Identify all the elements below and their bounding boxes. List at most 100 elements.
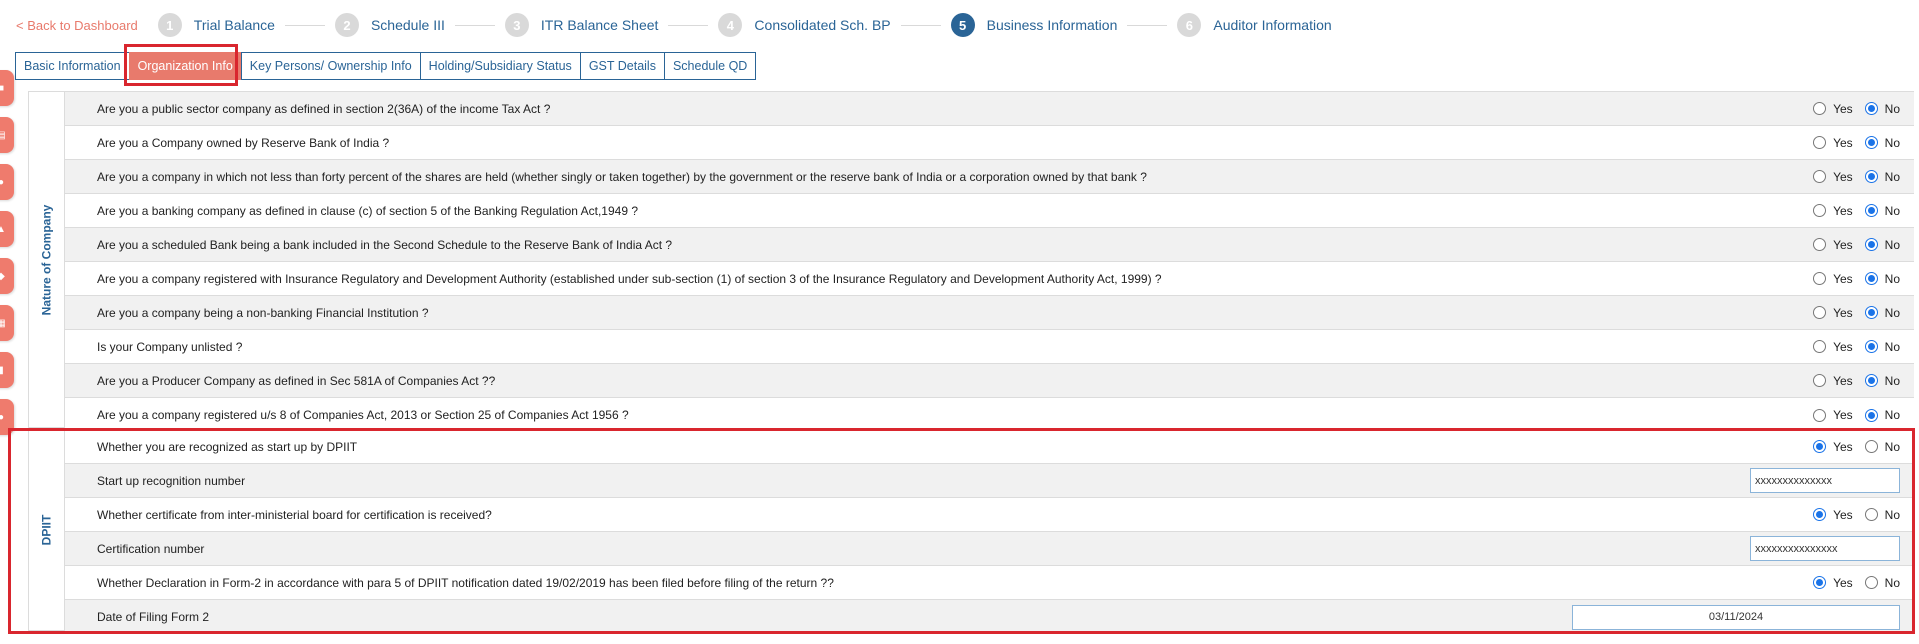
form2-date-input[interactable] (1572, 604, 1900, 630)
side-tab-button[interactable]: ◆ (0, 258, 14, 294)
radio-no[interactable] (1864, 408, 1878, 422)
tab-organization-info[interactable]: Organization Info (128, 52, 241, 80)
radio-option-no[interactable]: No (1864, 408, 1900, 422)
radio-no[interactable] (1864, 204, 1878, 217)
step-auditor-information[interactable]: 6 Auditor Information (1177, 13, 1332, 37)
question-text: Are you a Company owned by Reserve Bank … (97, 135, 390, 150)
step-schedule-iii[interactable]: 2 Schedule III (334, 13, 445, 37)
radio-option-no[interactable]: No (1864, 340, 1900, 354)
question-text: Whether Declaration in Form-2 in accorda… (97, 575, 834, 590)
radio-no[interactable] (1864, 340, 1878, 353)
yes-no-radio: Yes No (1801, 374, 1900, 388)
radio-no[interactable] (1864, 238, 1878, 251)
side-tab-button[interactable]: ● (0, 164, 14, 200)
step-trial-balance[interactable]: 1 Trial Balance (157, 13, 275, 37)
form2-declaration-row: Whether Declaration in Form-2 in accorda… (65, 566, 1914, 600)
radio-no[interactable] (1864, 508, 1878, 521)
radio-option-yes[interactable]: Yes (1813, 272, 1853, 286)
radio-no[interactable] (1864, 306, 1878, 319)
tab-basic-information[interactable]: Basic Information (15, 52, 129, 80)
question-text: Are you a company registered u/s 8 of Co… (97, 408, 629, 422)
radio-option-no[interactable]: No (1864, 102, 1900, 116)
yes-no-radio: Yes No (1801, 508, 1900, 522)
radio-option-no[interactable]: No (1864, 136, 1900, 150)
radio-option-yes[interactable]: Yes (1813, 340, 1853, 354)
certification-number-input[interactable] (1750, 536, 1900, 561)
side-tab-button[interactable]: ▲ (0, 211, 14, 247)
startup-recognized-row: Whether you are recognized as start up b… (65, 430, 1914, 464)
radio-option-no[interactable]: No (1864, 306, 1900, 320)
radio-no[interactable] (1864, 576, 1878, 589)
tab-holding-subsidiary[interactable]: Holding/Subsidiary Status (419, 52, 580, 80)
side-tab-button[interactable]: ▦ (0, 305, 14, 341)
radio-option-no[interactable]: No (1864, 576, 1900, 590)
step-number: 1 (157, 13, 182, 37)
radio-yes[interactable] (1813, 306, 1827, 319)
radio-yes[interactable] (1813, 102, 1827, 115)
radio-yes[interactable] (1813, 408, 1827, 422)
radio-no[interactable] (1864, 374, 1878, 387)
side-tab-button[interactable]: ● (0, 399, 14, 435)
radio-yes[interactable] (1813, 170, 1827, 183)
tab-key-persons[interactable]: Key Persons/ Ownership Info (240, 52, 420, 80)
side-tab-button[interactable]: ▤ (0, 117, 14, 153)
radio-no[interactable] (1864, 102, 1878, 115)
radio-option-no[interactable]: No (1864, 204, 1900, 218)
radio-option-yes[interactable]: Yes (1813, 508, 1853, 522)
question-text: Are you a company being a non-banking Fi… (97, 305, 429, 320)
step-itr-balance-sheet[interactable]: 3 ITR Balance Sheet (504, 13, 658, 37)
side-tab-button[interactable]: ▮ (0, 352, 14, 388)
field-label: Date of Filing Form 2 (97, 610, 210, 624)
radio-option-yes[interactable]: Yes (1813, 576, 1853, 590)
yes-no-radio: Yes No (1801, 306, 1900, 320)
radio-label: No (1884, 507, 1900, 522)
radio-label: Yes (1833, 135, 1853, 150)
nature-question-list: Are you a public sector company as defin… (65, 92, 1914, 432)
question-row: Are you a company in which not less than… (65, 160, 1914, 194)
recognition-number-input[interactable] (1750, 468, 1900, 493)
question-text: Is your Company unlisted ? (97, 339, 243, 354)
radio-yes[interactable] (1813, 204, 1827, 217)
radio-no[interactable] (1864, 170, 1878, 183)
radio-no[interactable] (1864, 136, 1878, 149)
radio-yes[interactable] (1813, 238, 1827, 251)
radio-option-yes[interactable]: Yes (1813, 170, 1853, 184)
radio-yes[interactable] (1813, 374, 1827, 387)
radio-option-yes[interactable]: Yes (1813, 306, 1853, 320)
radio-option-no[interactable]: No (1864, 507, 1900, 522)
radio-no[interactable] (1864, 440, 1878, 453)
radio-yes[interactable] (1813, 508, 1827, 521)
radio-yes[interactable] (1813, 136, 1827, 149)
question-text: Whether you are recognized as start up b… (97, 439, 358, 454)
radio-option-yes[interactable]: Yes (1813, 440, 1853, 454)
radio-option-no[interactable]: No (1864, 272, 1900, 286)
radio-option-no[interactable]: No (1864, 440, 1900, 454)
radio-option-yes[interactable]: Yes (1813, 408, 1853, 422)
radio-option-no[interactable]: No (1864, 170, 1900, 184)
radio-option-yes[interactable]: Yes (1813, 102, 1853, 116)
side-tab-button[interactable]: ■ (0, 70, 14, 106)
radio-yes[interactable] (1813, 576, 1827, 589)
radio-option-no[interactable]: No (1864, 238, 1900, 252)
tab-gst-details[interactable]: GST Details (579, 52, 664, 80)
back-to-dashboard-link[interactable]: < Back to Dashboard (16, 18, 138, 33)
radio-yes[interactable] (1813, 340, 1827, 353)
radio-yes[interactable] (1813, 440, 1827, 453)
field-label: Certification number (97, 541, 205, 556)
step-separator (900, 24, 941, 26)
question-text: Are you a public sector company as defin… (97, 101, 551, 116)
step-consolidated-sch-bp[interactable]: 4 Consolidated Sch. BP (718, 13, 891, 37)
bell-icon: ◆ (0, 270, 5, 282)
nature-of-company-section: Nature of Company Are you a public secto… (28, 91, 1914, 432)
radio-no[interactable] (1864, 272, 1878, 285)
radio-yes[interactable] (1813, 272, 1827, 285)
radio-option-yes[interactable]: Yes (1813, 136, 1853, 150)
radio-option-yes[interactable]: Yes (1813, 238, 1853, 252)
radio-label: Yes (1833, 439, 1853, 454)
radio-option-yes[interactable]: Yes (1813, 374, 1853, 388)
step-business-information[interactable]: 5 Business Information (950, 13, 1117, 37)
tab-schedule-qd[interactable]: Schedule QD (663, 52, 757, 80)
radio-option-no[interactable]: No (1864, 374, 1900, 388)
radio-option-yes[interactable]: Yes (1813, 204, 1853, 218)
question-text: Are you a company in which not less than… (97, 169, 1147, 184)
